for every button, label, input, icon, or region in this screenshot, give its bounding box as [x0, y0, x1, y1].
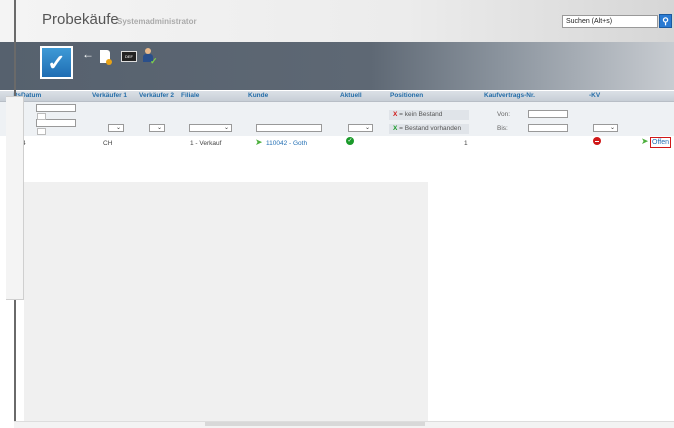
- check-logo[interactable]: ✓: [40, 46, 73, 79]
- search-button[interactable]: ⚲: [659, 14, 672, 28]
- legend-kein-bestand-text: = kein Bestand: [399, 111, 443, 118]
- row-kunde-link[interactable]: 110042 - Goth: [266, 140, 307, 147]
- col-kaufvertrag[interactable]: Kaufvertrags-Nr.: [484, 92, 535, 99]
- aktuell-check-icon: ✓: [346, 137, 354, 145]
- page-title: Probekäufe: [42, 11, 119, 28]
- page-subtitle: Systemadministrator: [117, 17, 197, 26]
- status-offen-link[interactable]: Offen: [650, 137, 671, 148]
- von-input[interactable]: [528, 110, 568, 118]
- col-filiale[interactable]: Filiale: [181, 92, 199, 99]
- col-positionen[interactable]: Positionen: [390, 92, 423, 99]
- bis-label: Bis:: [497, 125, 508, 132]
- legend-kein-bestand: X = kein Bestand: [389, 110, 469, 120]
- col-aktuell[interactable]: Aktuell: [340, 92, 362, 99]
- von-label: Von:: [497, 111, 511, 118]
- aktuell-select[interactable]: ⌄: [348, 124, 373, 132]
- filter-row: [0, 102, 674, 136]
- verkaeufer2-select[interactable]: ⌄: [149, 124, 165, 132]
- row-positionen: 1: [464, 140, 468, 147]
- date-picker-icon[interactable]: [37, 113, 46, 120]
- col-kv[interactable]: -KV: [589, 92, 600, 99]
- search-icon: ⚲: [662, 16, 669, 26]
- side-panel-tab[interactable]: [6, 96, 24, 300]
- row-filiale: 1 - Verkauf: [190, 140, 222, 147]
- legend-bestand-vorhanden: X = Bestand vorhanden: [389, 124, 469, 134]
- date-from-input[interactable]: [36, 104, 76, 112]
- search-dialog-label: DEF: [125, 54, 133, 59]
- search-dialog-icon[interactable]: DEF: [121, 51, 137, 62]
- kv-select[interactable]: ⌄: [593, 124, 618, 132]
- verkaeufer1-select[interactable]: ⌄: [108, 124, 124, 132]
- col-verkaeufer1[interactable]: Verkäufer 1: [92, 92, 127, 99]
- check-icon: ✓: [42, 48, 71, 77]
- search-input[interactable]: Suchen (Alt+s): [562, 15, 658, 28]
- new-document-icon[interactable]: [100, 50, 112, 65]
- kv-blocked-icon: [593, 137, 601, 145]
- scrollbar-thumb[interactable]: [205, 422, 425, 426]
- open-arrow-icon[interactable]: ➤: [641, 136, 649, 147]
- back-arrow-icon[interactable]: ←: [82, 47, 94, 61]
- goto-arrow-icon[interactable]: ➤: [255, 137, 263, 148]
- legend-red-x: X: [393, 111, 398, 118]
- col-verkaeufer2[interactable]: Verkäufer 2: [139, 92, 174, 99]
- filiale-select[interactable]: ⌄: [189, 124, 232, 132]
- empty-panel: [24, 182, 428, 422]
- date-to-input[interactable]: [36, 119, 76, 127]
- date-picker-icon-2[interactable]: [37, 128, 46, 135]
- bis-input[interactable]: [528, 124, 568, 132]
- col-kunde[interactable]: Kunde: [248, 92, 268, 99]
- row-verkaeufer1: CH: [103, 140, 113, 147]
- legend-green-x: X: [393, 125, 398, 132]
- legend-vorhanden-text: = Bestand vorhanden: [399, 125, 462, 132]
- kunde-input[interactable]: [256, 124, 322, 132]
- user-check-icon[interactable]: ✓: [142, 48, 158, 66]
